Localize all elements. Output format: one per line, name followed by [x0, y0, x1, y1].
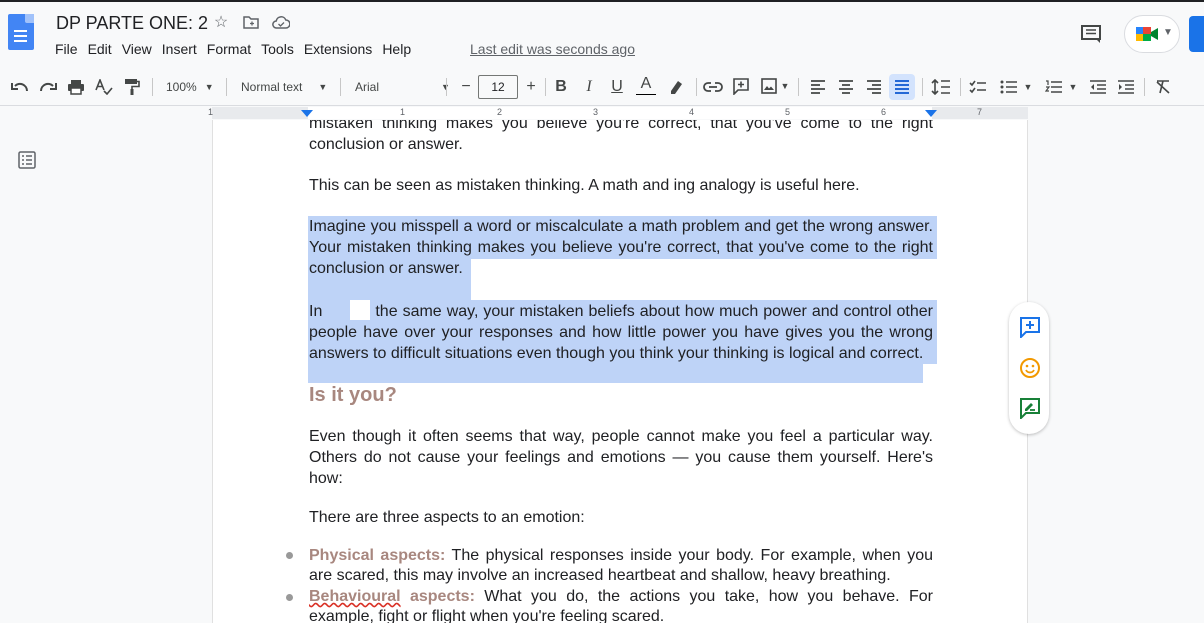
ruler-number: 2: [497, 107, 503, 117]
selection-highlight: [308, 364, 923, 383]
document-title[interactable]: DP PARTE ONE: 2: [56, 13, 208, 34]
align-center-icon[interactable]: [836, 77, 856, 97]
bullet-point: [286, 594, 293, 601]
chevron-down-icon: ▼: [780, 81, 790, 91]
ruler-page-area[interactable]: [212, 107, 1028, 119]
floating-actions-panel: [1009, 302, 1049, 434]
style-value: Normal text: [241, 80, 303, 94]
decrease-indent-icon[interactable]: [1088, 77, 1108, 97]
redo-icon[interactable]: [38, 78, 58, 98]
list-item[interactable]: Behavioural aspects: What you do, the ac…: [309, 587, 933, 623]
decrease-font-size-button[interactable]: −: [455, 75, 477, 99]
add-comment-icon[interactable]: [731, 76, 751, 96]
paragraph[interactable]: mistaken thinking makes you believe you'…: [309, 120, 933, 155]
chevron-down-icon: ▼: [1163, 27, 1173, 38]
spellcheck-icon[interactable]: [94, 77, 114, 97]
add-comment-icon[interactable]: [1019, 316, 1041, 340]
text-color-label: A: [640, 75, 652, 92]
suggest-edits-icon[interactable]: [1019, 397, 1041, 421]
paragraph-start: In: [309, 303, 323, 320]
list-item[interactable]: Physical aspects: The physical responses…: [309, 546, 933, 586]
insert-image-icon[interactable]: ▼: [760, 76, 790, 96]
chevron-down-icon: ▼: [318, 82, 328, 92]
title-bar: DP PARTE ONE: 2 ☆ File Edit View Insert …: [0, 0, 1204, 68]
star-icon[interactable]: ☆: [212, 13, 230, 31]
paragraph[interactable]: Even though it often seems that way, peo…: [309, 426, 933, 489]
bullet-label: aspects:: [400, 588, 475, 605]
cloud-status-icon[interactable]: [272, 13, 290, 31]
justify-icon[interactable]: [892, 77, 912, 97]
bullet-label: Physical aspects:: [309, 547, 446, 564]
last-edit-link[interactable]: Last edit was seconds ago: [470, 41, 635, 57]
bulleted-list-icon[interactable]: ▼: [998, 77, 1034, 97]
menu-help[interactable]: Help: [382, 41, 417, 57]
meet-button[interactable]: ▼: [1124, 15, 1180, 53]
left-indent-marker[interactable]: [301, 110, 313, 117]
comment-history-icon[interactable]: [1080, 24, 1102, 44]
window-top-border: [0, 0, 1204, 2]
menu-file[interactable]: File: [55, 41, 84, 57]
checklist-icon[interactable]: [968, 77, 988, 97]
menu-extensions[interactable]: Extensions: [304, 41, 378, 57]
increase-indent-icon[interactable]: [1116, 77, 1136, 97]
move-folder-icon[interactable]: [242, 13, 260, 31]
empty-box: [350, 300, 371, 320]
selected-paragraph[interactable]: Imagine you misspell a word or miscalcul…: [309, 216, 933, 279]
align-left-icon[interactable]: [808, 77, 828, 97]
ruler-number: 5: [785, 107, 791, 117]
menu-view[interactable]: View: [122, 41, 158, 57]
font-size-input[interactable]: 12: [478, 75, 518, 99]
paragraph-rest: the same way, your mistaken beliefs abou…: [309, 303, 933, 362]
align-right-icon[interactable]: [864, 77, 884, 97]
clear-formatting-icon[interactable]: [1153, 77, 1173, 97]
meet-icon: [1136, 27, 1158, 41]
zoom-value: 100%: [166, 80, 197, 94]
paragraph[interactable]: This can be seen as mistaken thinking. A…: [309, 175, 933, 196]
italic-button[interactable]: I: [580, 77, 598, 97]
menu-insert[interactable]: Insert: [162, 41, 203, 57]
print-icon[interactable]: [66, 77, 86, 97]
numbered-list-icon[interactable]: ▼: [1043, 77, 1079, 97]
chevron-down-icon: ▼: [1068, 82, 1078, 92]
font-select[interactable]: Arial▼: [355, 77, 450, 97]
font-value: Arial: [355, 80, 380, 94]
menu-format[interactable]: Format: [207, 41, 257, 57]
share-button[interactable]: [1189, 16, 1204, 52]
text-color-button[interactable]: A: [636, 75, 656, 95]
undo-icon[interactable]: [10, 78, 30, 98]
document-page[interactable]: mistaken thinking makes you believe you'…: [212, 120, 1028, 623]
increase-font-size-button[interactable]: +: [520, 75, 542, 99]
ruler-number: 7: [977, 107, 983, 117]
docs-logo-icon[interactable]: [8, 14, 34, 50]
ruler-left-margin: [212, 107, 308, 119]
insert-link-icon[interactable]: [703, 77, 723, 97]
ruler-number: 4: [689, 107, 695, 117]
bullet-point: [286, 552, 293, 559]
ruler-number: 6: [881, 107, 887, 117]
paragraph[interactable]: There are three aspects to an emotion:: [309, 507, 933, 528]
text-color-swatch: [636, 94, 656, 95]
highlight-icon[interactable]: [666, 77, 686, 97]
selected-paragraph[interactable]: In the same way, your mistaken beliefs ab…: [309, 300, 933, 364]
chevron-down-icon: ▼: [1023, 82, 1033, 92]
section-heading[interactable]: Is it you?: [309, 384, 397, 407]
chevron-down-icon: ▼: [204, 82, 214, 92]
ruler-number: 1: [400, 107, 406, 117]
menu-bar: File Edit View Insert Format Tools Exten…: [55, 41, 421, 57]
menu-edit[interactable]: Edit: [88, 41, 118, 57]
document-outline-icon[interactable]: [18, 151, 36, 169]
right-indent-marker[interactable]: [925, 110, 937, 117]
paint-format-icon[interactable]: [122, 77, 142, 97]
line-spacing-icon[interactable]: [930, 77, 952, 97]
menu-tools[interactable]: Tools: [261, 41, 300, 57]
ruler-number: 1: [208, 107, 214, 117]
zoom-select[interactable]: 100% ▼: [166, 77, 214, 97]
bold-button[interactable]: B: [552, 77, 570, 97]
bullet-label-misspelled[interactable]: Behavioural: [309, 588, 401, 605]
emoji-reaction-icon[interactable]: [1019, 357, 1041, 379]
style-select[interactable]: Normal text ▼: [241, 77, 327, 97]
ruler-number: 3: [593, 107, 599, 117]
underline-button[interactable]: U: [608, 77, 626, 97]
